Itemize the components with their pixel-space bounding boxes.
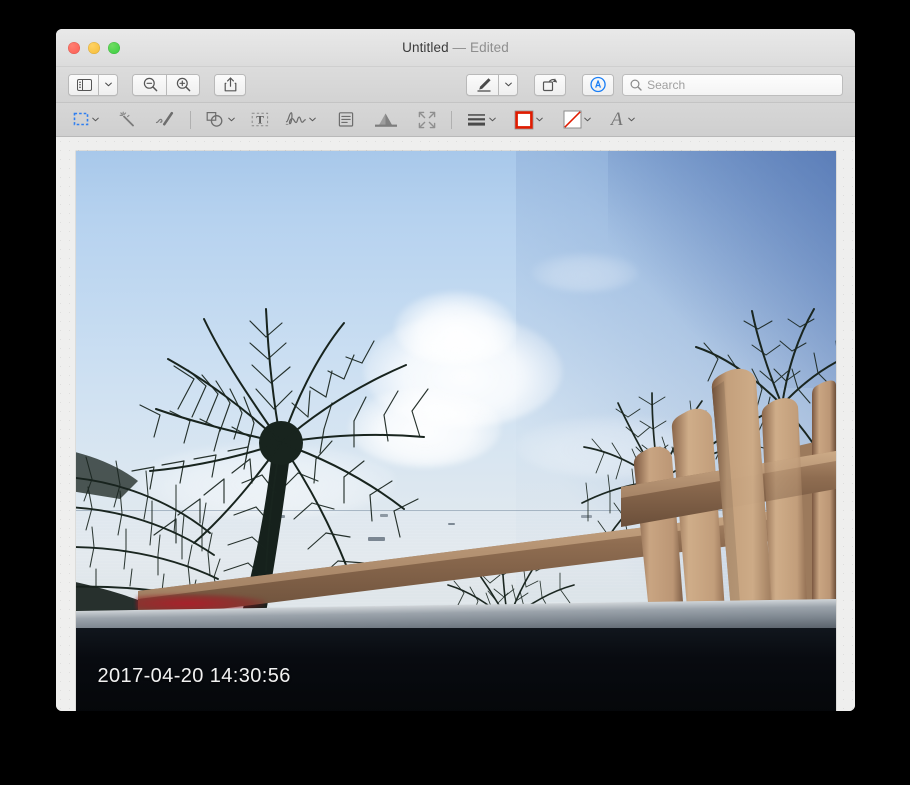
chevron-down-icon (489, 116, 496, 123)
sidebar-toggle-button[interactable] (68, 74, 98, 96)
sidebar-icon (77, 79, 92, 91)
markup-item-text-tool[interactable]: T (246, 107, 274, 133)
sketch-icon (155, 111, 175, 128)
markup-group (466, 74, 518, 96)
shape-style-icon (467, 112, 487, 127)
markup-item-signature-tool[interactable] (280, 107, 321, 133)
markup-item-sketch-tool[interactable] (150, 107, 180, 133)
search-icon (630, 79, 642, 91)
rotate-button[interactable] (534, 74, 566, 96)
text-icon: T (251, 111, 269, 128)
share-icon (224, 77, 237, 92)
markup-item-fill-color-tool[interactable] (558, 107, 596, 133)
preview-window: Untitled — Edited (56, 29, 855, 711)
markup-item-text-style-tool[interactable]: A (606, 107, 640, 133)
annotate-icon (590, 76, 606, 93)
sidebar-options-button[interactable] (98, 74, 118, 96)
zoom-out-icon (143, 77, 158, 92)
zoom-in-button[interactable] (166, 74, 200, 96)
pen-icon (476, 77, 492, 92)
markup-item-shapes-tool[interactable] (201, 107, 240, 133)
rotate-left-icon (542, 77, 558, 92)
document-title: Untitled (402, 40, 449, 55)
markup-item-instant-alpha-tool[interactable] (114, 107, 142, 133)
annotate-button[interactable] (582, 74, 614, 96)
markup-options-button[interactable] (498, 74, 518, 96)
note-icon (338, 111, 354, 128)
chevron-down-icon (309, 116, 316, 123)
crop-icon (418, 111, 436, 129)
title-bar: Untitled — Edited (56, 29, 855, 67)
markup-item-adjust-color-tool[interactable] (369, 107, 403, 133)
instant-alpha-icon (119, 111, 137, 129)
photo-timestamp: 2017-04-20 14:30:56 (98, 665, 291, 688)
chevron-down-icon (228, 116, 235, 123)
zoom-button[interactable] (108, 42, 120, 54)
zoom-group (132, 74, 200, 96)
zoom-in-icon (176, 77, 191, 92)
markup-item-shape-style-tool[interactable] (462, 107, 501, 133)
chevron-down-icon (105, 81, 112, 88)
close-button[interactable] (68, 42, 80, 54)
markup-button[interactable] (466, 74, 498, 96)
text-style-glyph: A (611, 110, 623, 129)
toolbar-separator (451, 111, 452, 129)
markup-item-note-tool[interactable] (333, 107, 359, 133)
signature-icon (285, 111, 307, 128)
markup-toolbar: T (56, 103, 855, 137)
adjust-color-icon (374, 111, 398, 129)
chevron-down-icon (505, 81, 512, 88)
document-canvas[interactable]: 2017-04-20 14:30:56 (56, 137, 855, 711)
markup-item-selection-tool[interactable] (68, 107, 104, 133)
chevron-down-icon (584, 116, 591, 123)
border-color-icon (514, 110, 534, 130)
markup-item-border-color-tool[interactable] (509, 107, 548, 133)
svg-text:T: T (256, 114, 264, 126)
chevron-down-icon (536, 116, 543, 123)
main-toolbar: Search (56, 67, 855, 103)
rectangular-selection-icon (73, 112, 90, 127)
document-edited-state: — Edited (453, 40, 509, 55)
chevron-down-icon (628, 116, 635, 123)
search-input[interactable]: Search (647, 78, 685, 92)
share-button[interactable] (214, 74, 246, 96)
shapes-icon (206, 111, 226, 128)
fill-color-icon (563, 110, 582, 129)
chevron-down-icon (92, 116, 99, 123)
minimize-button[interactable] (88, 42, 100, 54)
traffic-light-group (68, 42, 120, 54)
photo-image[interactable]: 2017-04-20 14:30:56 (76, 151, 836, 711)
sidebar-toggle-group (68, 74, 118, 96)
search-field[interactable]: Search (622, 74, 843, 96)
markup-item-adjust-size-tool[interactable] (413, 107, 441, 133)
toolbar-separator (190, 111, 191, 129)
zoom-out-button[interactable] (132, 74, 166, 96)
window-title: Untitled — Edited (56, 40, 855, 55)
